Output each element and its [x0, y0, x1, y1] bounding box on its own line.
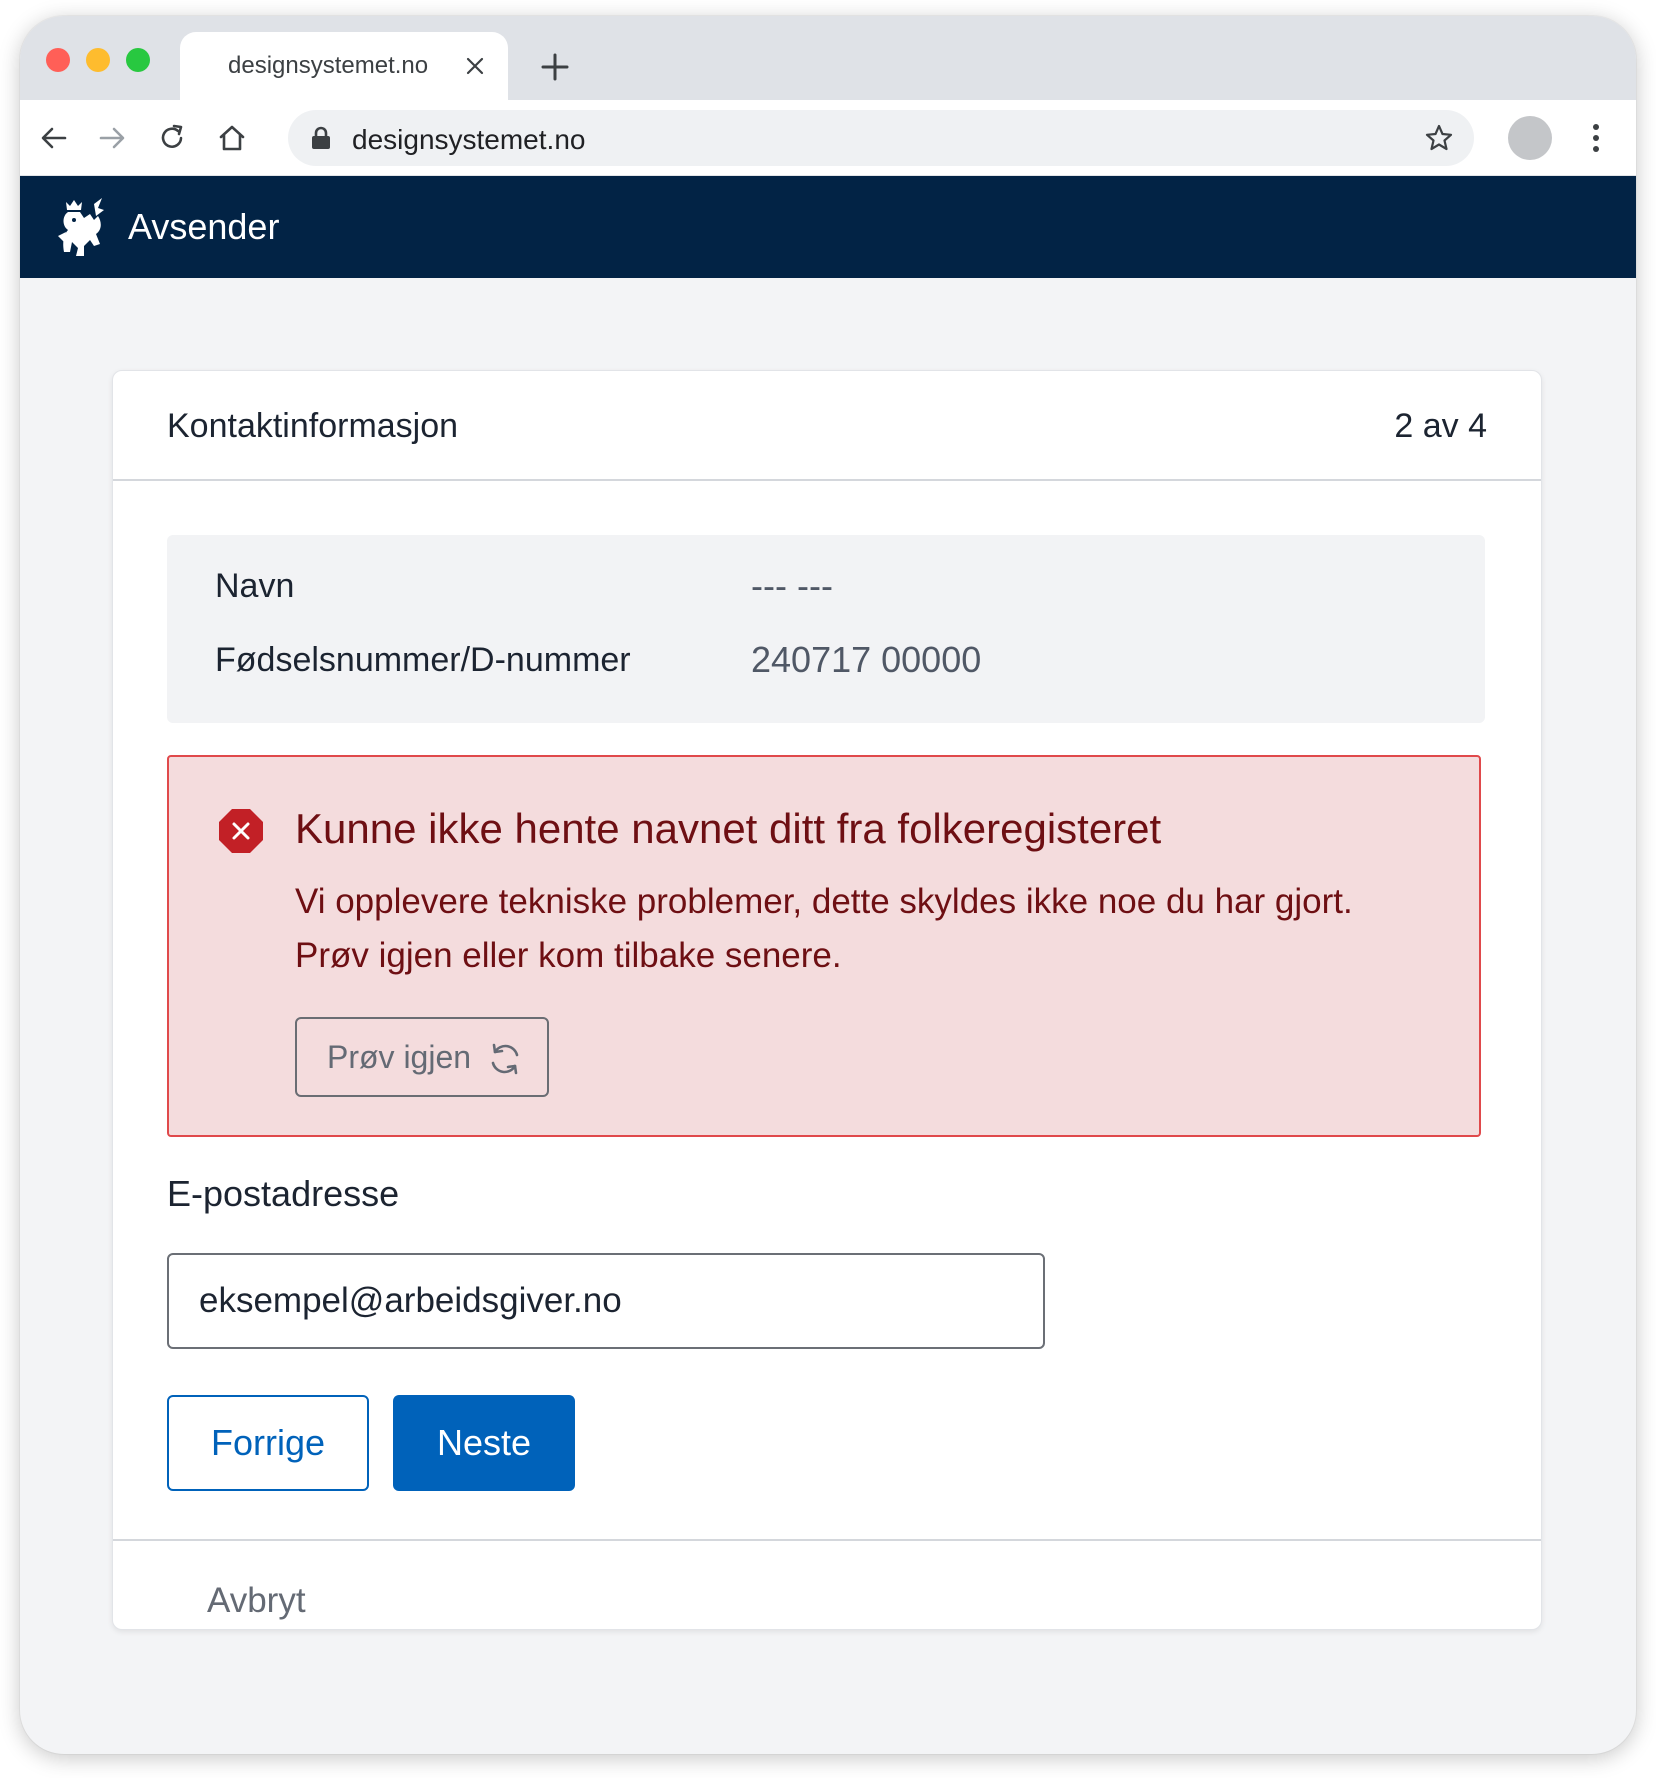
alert-message: Vi opplevere tekniske problemer, dette s… [295, 882, 1353, 975]
error-octagon-icon [219, 809, 263, 853]
step-indicator: 2 av 4 [1394, 407, 1487, 445]
new-tab-icon[interactable] [540, 52, 570, 82]
name-value: --- --- [751, 565, 833, 606]
coat-of-arms-lion-icon [58, 198, 104, 256]
tab-title: designsystemet.no [228, 52, 429, 79]
home-icon[interactable] [216, 122, 248, 154]
lock-icon [312, 126, 330, 149]
address-bar[interactable]: designsystemet.no [288, 110, 1474, 166]
alert-title: Kunne ikke hente navnet ditt fra folkere… [295, 805, 1162, 852]
bookmark-star-icon[interactable] [1424, 123, 1454, 153]
retry-button-label: Prøv igjen [327, 1039, 472, 1075]
card-title: Kontaktinformasjon [167, 407, 459, 445]
url-text: designsystemet.no [352, 124, 586, 155]
refresh-icon [491, 1043, 519, 1075]
forward-icon[interactable] [96, 122, 128, 154]
error-alert: Kunne ikke hente navnet ditt fra folkere… [167, 755, 1481, 1137]
id-number-value: 240717 00000 [751, 639, 982, 680]
back-icon[interactable] [38, 122, 70, 154]
form-card: Kontaktinformasjon 2 av 4 Navn --- --- F… [112, 370, 1542, 1630]
name-label: Navn [215, 567, 295, 605]
id-number-label: Fødselsnummer/D-nummer [215, 641, 631, 679]
card-header: Kontaktinformasjon 2 av 4 [113, 371, 1541, 481]
browser-toolbar: designsystemet.no [20, 100, 1636, 176]
browser-tab[interactable]: designsystemet.no [180, 32, 508, 100]
email-input[interactable] [167, 1253, 1045, 1349]
minimize-window-button[interactable] [86, 48, 110, 72]
next-button[interactable]: Neste [393, 1395, 575, 1491]
app-title: Avsender [128, 206, 280, 247]
app-header: Avsender [20, 176, 1636, 278]
reload-icon[interactable] [156, 122, 188, 154]
tab-strip: designsystemet.no [20, 16, 1636, 100]
personal-info-box: Navn --- --- Fødselsnummer/D-nummer 2407… [167, 535, 1485, 723]
previous-button[interactable]: Forrige [167, 1395, 369, 1491]
close-window-button[interactable] [46, 48, 70, 72]
retry-button[interactable]: Prøv igjen [295, 1017, 549, 1097]
browser-menu-icon[interactable] [1590, 122, 1602, 154]
email-label: E-postadresse [167, 1173, 400, 1214]
close-tab-icon[interactable] [463, 54, 487, 78]
profile-avatar[interactable] [1508, 116, 1552, 160]
maximize-window-button[interactable] [126, 48, 150, 72]
card-footer: Avbryt [113, 1539, 1541, 1631]
cancel-link[interactable]: Avbryt [207, 1581, 306, 1621]
browser-window: designsystemet.no designsystemet.no Avse… [20, 16, 1636, 1754]
